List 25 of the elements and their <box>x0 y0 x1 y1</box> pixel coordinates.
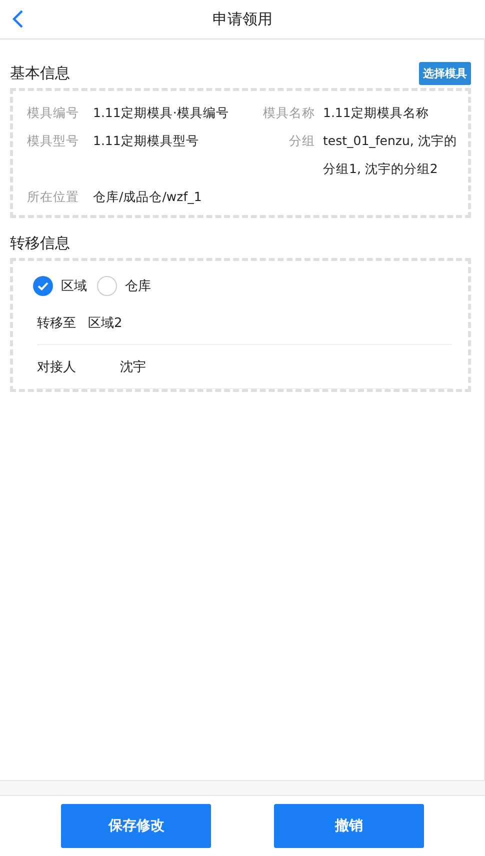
field-value: test_01_fenzu, 沈宇的分组1, 沈宇的分组2 <box>323 132 458 178</box>
section-title: 基本信息 <box>10 64 70 82</box>
select-field[interactable]: 区域2 <box>88 314 122 332</box>
field-label: 所在位置 <box>27 188 80 206</box>
radio-checked-icon[interactable] <box>33 276 53 296</box>
field-label: 模具型号 <box>27 132 80 150</box>
save-button[interactable]: 保存修改 <box>61 804 212 848</box>
select-mold-button[interactable]: 选择模具 <box>419 62 471 84</box>
field-value: 1.11定期模具名称 <box>323 104 429 122</box>
field-label: 分组 <box>288 132 315 150</box>
field-label: 模具名称 <box>262 104 315 122</box>
input-field[interactable]: 沈宇 <box>120 358 146 376</box>
field-value: 仓库/成品仓/wzf_1 <box>93 188 202 206</box>
cancel-button[interactable]: 撤销 <box>274 804 424 848</box>
radio-icon[interactable] <box>97 276 117 296</box>
field-value: 1.11定期模具型号 <box>93 132 199 150</box>
field-label: 转移至 <box>37 314 76 332</box>
back-icon[interactable] <box>12 9 24 29</box>
field-value: 1.11定期模具·模具编号 <box>93 104 229 122</box>
page-title: 申请领用 <box>212 10 272 28</box>
radio-label: 区域 <box>61 278 87 295</box>
field-label: 对接人 <box>37 358 76 376</box>
section-title: 转移信息 <box>10 234 70 252</box>
radio-label: 仓库 <box>125 278 151 295</box>
field-label: 模具编号 <box>27 104 80 122</box>
